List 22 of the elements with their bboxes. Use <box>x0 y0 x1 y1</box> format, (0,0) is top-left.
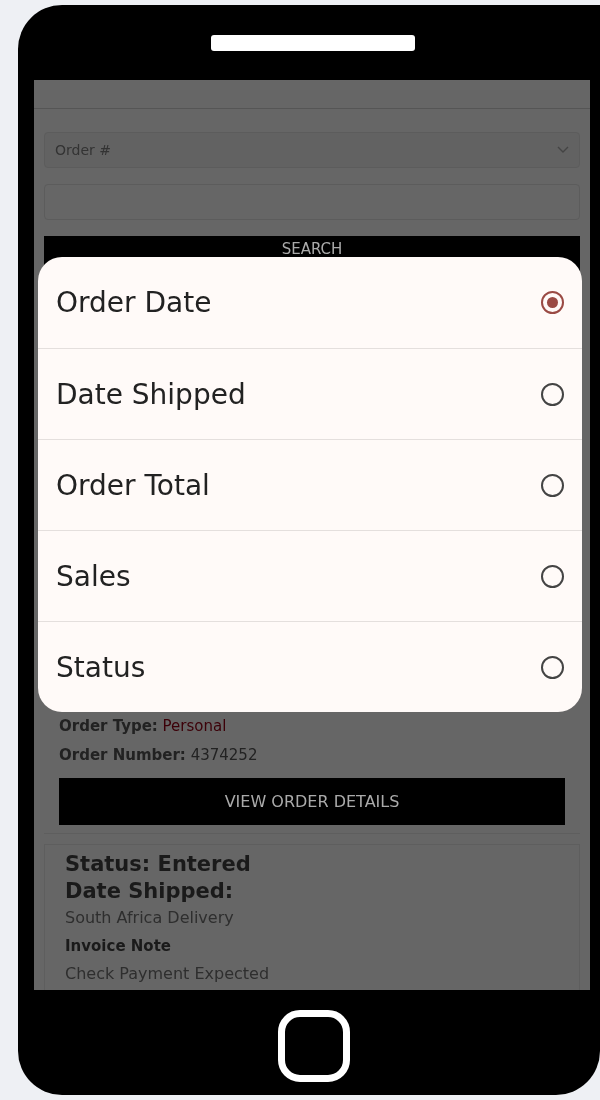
invoice-note-text: Check Payment Expected <box>65 963 271 985</box>
radio-button[interactable] <box>541 291 564 314</box>
sort-option[interactable]: Sales <box>38 530 582 621</box>
status-text: Status: Entered <box>65 851 252 878</box>
radio-button[interactable] <box>541 473 564 497</box>
speaker-icon <box>211 35 415 51</box>
view-order-details-button[interactable]: VIEW ORDER DETAILS <box>59 778 565 825</box>
home-button[interactable] <box>278 1010 350 1082</box>
sort-option[interactable]: Status <box>38 621 582 712</box>
chevron-down-icon <box>557 146 569 154</box>
order-type-value: Personal <box>162 717 227 735</box>
date-shipped-label: Date Shipped: <box>65 878 235 905</box>
radio-button[interactable] <box>541 382 564 406</box>
shipping-method-text: South Africa Delivery <box>65 907 235 929</box>
radio-button[interactable] <box>541 655 564 679</box>
invoice-note-label: Invoice Note <box>65 936 172 957</box>
radio-button[interactable] <box>541 564 564 588</box>
sort-option[interactable]: Order Total <box>38 439 582 530</box>
order-number-value: 4374252 <box>190 746 258 764</box>
order-type-label: Order Type: <box>59 717 158 735</box>
sort-option[interactable]: Date Shipped <box>38 348 582 439</box>
order-number-label: Order Number: <box>59 746 186 764</box>
